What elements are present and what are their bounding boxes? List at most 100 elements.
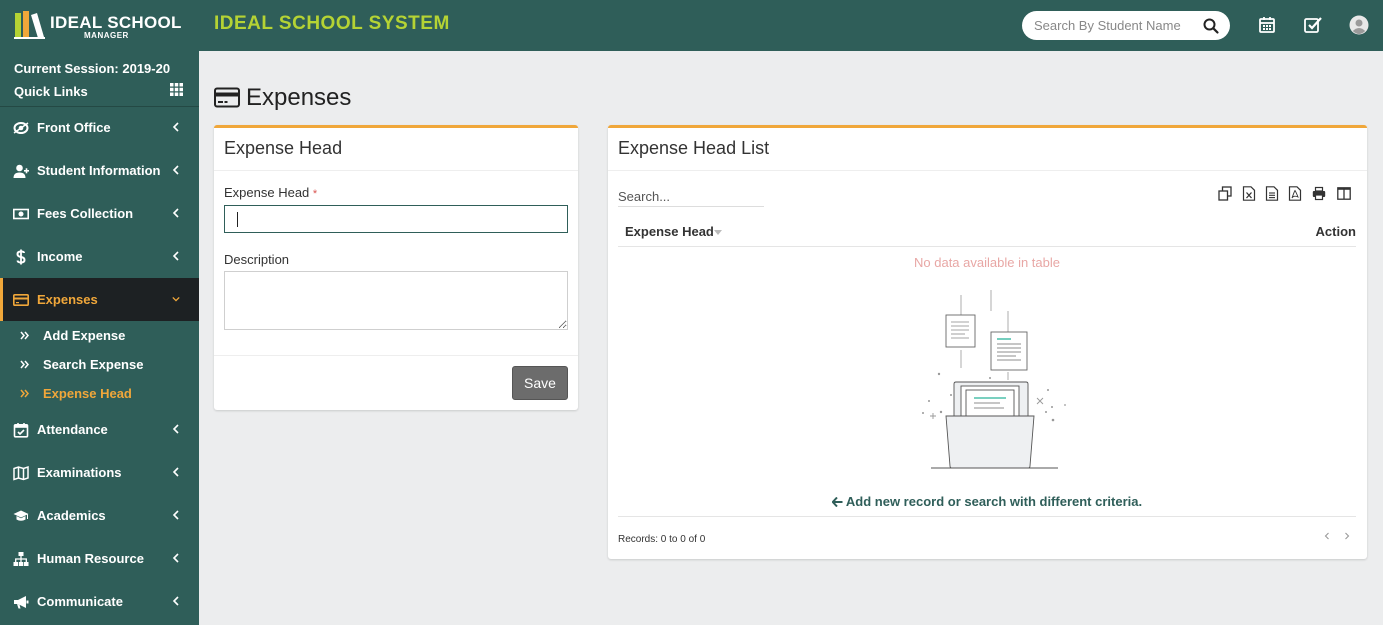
panel-title: Expense Head List — [618, 138, 770, 158]
front-office-icon — [13, 122, 29, 134]
empty-state-hint: Add new record or search with different … — [608, 494, 1366, 509]
expense-head-input[interactable] — [224, 205, 568, 233]
sidebar-item-income[interactable]: Income — [0, 235, 199, 278]
student-icon — [13, 164, 29, 178]
double-chevron-right-icon — [20, 389, 29, 398]
required-marker: * — [312, 188, 318, 200]
column-header-expense-head[interactable]: Expense Head — [625, 224, 714, 239]
sidebar-item-label: Income — [37, 249, 83, 264]
sidebar-subitem-label: Expense Head — [43, 386, 132, 401]
sidebar-item-label: Examinations — [37, 465, 122, 480]
sidebar-subitem-expense-head[interactable]: Expense Head — [0, 379, 199, 408]
text-cursor — [237, 212, 238, 227]
credit-card-icon — [13, 293, 29, 306]
columns-icon[interactable] — [1337, 186, 1351, 201]
student-search — [1022, 11, 1230, 40]
sidebar-item-examinations[interactable]: Examinations — [0, 451, 199, 494]
sidebar-item-expenses[interactable]: Expenses — [0, 278, 199, 321]
graduation-cap-icon — [13, 510, 29, 521]
empty-state-hint-text: Add new record or search with different … — [845, 494, 1143, 509]
user-avatar-icon[interactable] — [1349, 15, 1369, 35]
sidebar-item-label: Fees Collection — [37, 206, 134, 221]
sort-down-icon[interactable] — [714, 230, 722, 235]
double-chevron-right-icon — [20, 360, 29, 369]
panel-divider — [608, 170, 1367, 171]
school-logo[interactable]: IDEAL SCHOOL MANAGER — [14, 10, 199, 42]
pagination-previous-icon[interactable] — [1322, 530, 1332, 542]
dollar-icon — [16, 249, 26, 265]
expense-head-list-panel: Expense Head List Expense Head Action No… — [608, 125, 1367, 559]
sidebar-item-attendance[interactable]: Attendance — [0, 408, 199, 451]
grid-icon[interactable] — [170, 83, 183, 96]
print-icon[interactable] — [1312, 186, 1326, 201]
sidebar-item-label: Academics — [37, 508, 106, 523]
sidebar-item-label: Attendance — [37, 422, 108, 437]
chevron-left-icon — [172, 251, 179, 261]
chevron-left-icon — [172, 596, 179, 606]
sidebar-item-label: Communicate — [37, 594, 123, 609]
save-button[interactable]: Save — [512, 366, 568, 400]
chevron-left-icon — [172, 122, 179, 132]
sidebar-item-label: Student Information — [37, 163, 161, 178]
description-label: Description — [224, 252, 290, 267]
csv-icon[interactable] — [1265, 186, 1279, 201]
logo-title: IDEAL SCHOOL — [50, 13, 182, 32]
chevron-left-icon — [172, 467, 179, 477]
sidebar-item-front-office[interactable]: Front Office — [0, 106, 199, 149]
copy-icon[interactable] — [1218, 186, 1232, 201]
bullhorn-icon — [14, 596, 29, 609]
records-count: Records: 0 to 0 of 0 — [618, 534, 706, 545]
chevron-left-icon — [172, 208, 179, 218]
sidebar-item-communicate[interactable]: Communicate — [0, 580, 199, 623]
student-search-input[interactable] — [1034, 17, 1186, 34]
sidebar-item-fees-collection[interactable]: Fees Collection — [0, 192, 199, 235]
sidebar-item-label: Front Office — [37, 120, 111, 135]
sidebar-subitem-add-expense[interactable]: Add Expense — [0, 321, 199, 350]
empty-table-message: No data available in table — [914, 255, 1060, 270]
sidebar: Current Session: 2019-20 Quick Links Fro… — [0, 51, 199, 625]
sitemap-icon — [13, 552, 29, 566]
expense-head-label: Expense Head * — [224, 185, 318, 200]
page-title: Expenses — [246, 84, 352, 111]
sidebar-item-label: Expenses — [37, 292, 98, 307]
empty-folder-illustration — [922, 290, 1066, 469]
pagination-next-icon[interactable] — [1342, 530, 1352, 542]
chevron-left-icon — [172, 165, 179, 175]
chevron-left-icon — [172, 553, 179, 563]
table-search-input[interactable] — [618, 186, 764, 207]
pdf-icon[interactable] — [1288, 186, 1302, 201]
sidebar-item-label: Human Resource — [37, 551, 144, 566]
sidebar-item-academics[interactable]: Academics — [0, 494, 199, 537]
sidebar-subitem-label: Add Expense — [43, 328, 126, 343]
current-session: Current Session: 2019-20 — [14, 61, 171, 76]
app-title: IDEAL SCHOOL SYSTEM — [214, 13, 450, 34]
logo-subtitle: MANAGER — [84, 31, 129, 40]
chevron-left-icon — [172, 424, 179, 434]
sidebar-item-student-information[interactable]: Student Information — [0, 149, 199, 192]
description-textarea[interactable] — [224, 271, 568, 330]
arrow-left-icon — [831, 497, 843, 507]
money-icon — [13, 208, 29, 220]
calendar-icon[interactable] — [1257, 15, 1277, 35]
sidebar-subitem-search-expense[interactable]: Search Expense — [0, 350, 199, 379]
panel-footer-divider — [214, 355, 578, 356]
chevron-left-icon — [172, 510, 179, 520]
double-chevron-right-icon — [20, 331, 29, 340]
search-icon[interactable] — [1202, 17, 1220, 35]
books-logo-icon — [14, 11, 45, 39]
sidebar-item-human-resource[interactable]: Human Resource — [0, 537, 199, 580]
task-check-icon[interactable] — [1303, 15, 1323, 35]
expense-head-form-panel: Expense Head Expense Head * Description … — [214, 125, 578, 410]
quick-links-label[interactable]: Quick Links — [14, 84, 88, 99]
panel-divider — [214, 170, 578, 171]
table-header-divider — [618, 246, 1356, 247]
column-header-action: Action — [1315, 224, 1356, 239]
map-icon — [13, 465, 29, 481]
excel-icon[interactable] — [1242, 186, 1256, 201]
top-header: IDEAL SCHOOL MANAGER IDEAL SCHOOL SYSTEM — [0, 0, 1383, 51]
table-footer-divider — [618, 516, 1356, 517]
credit-card-icon — [214, 87, 240, 108]
calendar-check-icon — [13, 423, 29, 438]
panel-title: Expense Head — [224, 138, 343, 158]
sidebar-subitem-label: Search Expense — [43, 357, 144, 372]
